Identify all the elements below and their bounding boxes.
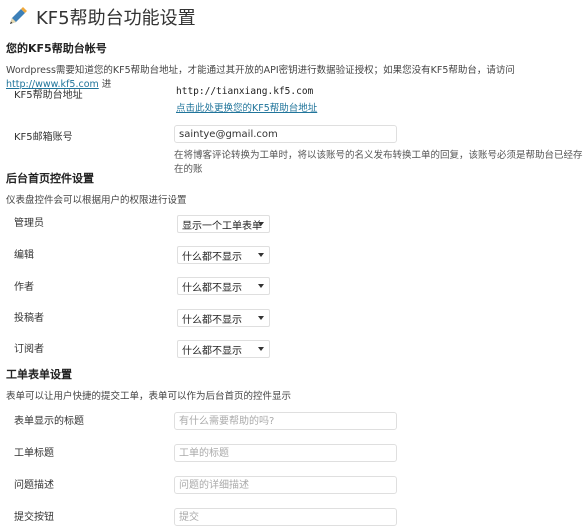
- form-description: 表单可以让用户快捷的提交工单，表单可以作为后台首页的控件显示: [6, 391, 292, 402]
- form-title-input[interactable]: [174, 412, 397, 430]
- role-label-admin: 管理员: [14, 218, 44, 229]
- ticket-title-label: 工单标题: [14, 448, 54, 459]
- role-select-value: 什么都不显示: [182, 282, 242, 294]
- account-desc-suffix: 进: [101, 79, 112, 90]
- widget-description: 仪表盘控件会可以根据用户的权限进行设置: [6, 195, 187, 206]
- widget-section-heading: 后台首页控件设置: [6, 172, 94, 185]
- role-select-value: 什么都不显示: [182, 345, 242, 357]
- page-header: KF5帮助台功能设置: [6, 4, 196, 30]
- role-select-editor[interactable]: 什么都不显示: [177, 246, 270, 264]
- chevron-down-icon: [258, 284, 264, 288]
- submit-button-label: 提交按钮: [14, 512, 54, 523]
- role-select-value: 显示一个工单表单: [182, 220, 262, 232]
- email-field[interactable]: [174, 125, 397, 143]
- role-select-author[interactable]: 什么都不显示: [177, 277, 270, 295]
- email-label: KF5邮箱账号: [14, 132, 73, 143]
- role-select-value: 什么都不显示: [182, 251, 242, 263]
- role-label-subscriber: 订阅者: [14, 344, 44, 355]
- address-label: KF5帮助台地址: [14, 90, 83, 101]
- pencil-icon: [10, 7, 27, 24]
- role-label-editor: 编辑: [14, 250, 34, 261]
- role-select-admin[interactable]: 显示一个工单表单: [177, 215, 270, 233]
- chevron-down-icon: [258, 253, 264, 257]
- address-value: http://tianxiang.kf5.com: [176, 86, 314, 97]
- issue-description-label: 问题描述: [14, 480, 54, 491]
- chevron-down-icon: [258, 347, 264, 351]
- page-title: KF5帮助台功能设置: [36, 8, 196, 29]
- chevron-down-icon: [258, 222, 264, 226]
- role-select-subscriber[interactable]: 什么都不显示: [177, 340, 270, 358]
- change-address-link[interactable]: 点击此处更换您的KF5帮助台地址: [176, 100, 317, 114]
- role-select-contributor[interactable]: 什么都不显示: [177, 309, 270, 327]
- ticket-title-input[interactable]: [174, 444, 397, 462]
- issue-description-input[interactable]: [174, 476, 397, 494]
- form-section-heading: 工单表单设置: [6, 368, 72, 381]
- role-label-contributor: 投稿者: [14, 313, 44, 324]
- account-desc-prefix: Wordpress需要知道您的KF5帮助台地址，才能通过其开放的API密钥进行数…: [6, 65, 515, 76]
- submit-button-text-input[interactable]: [174, 508, 397, 526]
- email-help-text: 在将博客评论转换为工单时，将以该账号的名义发布转换工单的回复，该账号必须是帮助台…: [174, 150, 583, 175]
- role-select-value: 什么都不显示: [182, 314, 242, 326]
- role-label-author: 作者: [14, 282, 34, 293]
- chevron-down-icon: [258, 316, 264, 320]
- account-section-heading: 您的KF5帮助台帐号: [6, 42, 107, 55]
- form-title-label: 表单显示的标题: [14, 416, 84, 427]
